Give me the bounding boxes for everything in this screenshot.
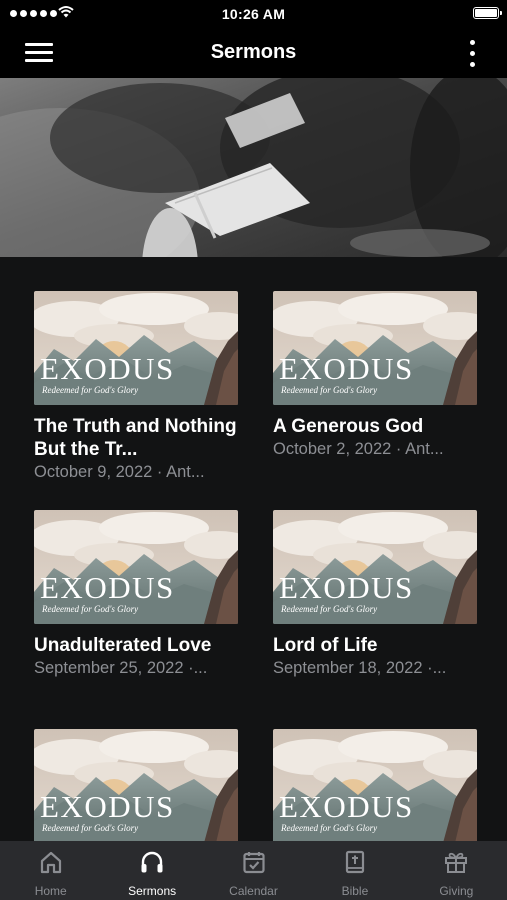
sermon-card[interactable]: EXODUS Redeemed for God's Glory [273,729,477,841]
sermon-card[interactable]: EXODUS Redeemed for God's Glory A Genero… [273,291,477,460]
tab-bar: Home Sermons Calendar Bible Giving [0,841,507,900]
tab-label: Bible [341,884,369,898]
series-title: EXODUS [40,570,175,605]
tab-giving[interactable]: Giving [406,841,507,900]
sermon-grid: EXODUS Redeemed for God's Glory The Trut… [0,257,507,841]
headphones-icon [141,851,163,873]
sermon-meta: September 18, 2022 ·... [273,659,447,677]
nav-bar: Sermons [0,28,507,78]
bible-icon [345,850,365,874]
sermon-thumbnail: EXODUS Redeemed for God's Glory [273,510,477,624]
sermon-card[interactable]: EXODUS Redeemed for God's Glory Unadulte… [34,510,238,679]
sermon-card[interactable]: EXODUS Redeemed for God's Glory Lord of … [273,510,477,679]
series-subtitle: Redeemed for God's Glory [281,823,378,833]
sermon-thumbnail: EXODUS Redeemed for God's Glory [273,729,477,841]
series-subtitle: Redeemed for God's Glory [281,604,378,614]
more-vertical-icon[interactable] [467,40,477,68]
gift-icon [445,852,468,873]
tab-label: Giving [439,884,474,898]
tab-sermons[interactable]: Sermons [101,841,202,900]
sermon-card[interactable]: EXODUS Redeemed for God's Glory [34,729,238,841]
calendar-icon [242,852,265,874]
series-title: EXODUS [279,570,414,605]
sermon-title: Lord of Life [273,635,378,656]
series-subtitle: Redeemed for God's Glory [42,823,139,833]
tab-label: Home [34,884,67,898]
sermon-card[interactable]: EXODUS Redeemed for God's Glory The Trut… [34,291,238,483]
sermon-thumbnail: EXODUS Redeemed for God's Glory [34,291,238,405]
status-time: 10:26 AM [221,6,286,22]
series-subtitle: Redeemed for God's Glory [281,385,378,395]
page-title: Sermons [210,41,297,63]
sermon-title: The Truth and Nothing But the Tr... [34,416,237,460]
home-icon [40,851,61,874]
series-title: EXODUS [40,789,175,824]
tab-calendar[interactable]: Calendar [203,841,304,900]
status-bar: 10:26 AM [0,0,507,28]
sermon-meta: October 9, 2022 · Ant... [34,463,205,481]
tab-home[interactable]: Home [0,841,101,900]
sermon-title: A Generous God [273,416,424,437]
sermon-thumbnail: EXODUS Redeemed for God's Glory [34,510,238,624]
series-title: EXODUS [279,789,414,824]
sermon-meta: October 2, 2022 · Ant... [273,440,444,458]
series-subtitle: Redeemed for God's Glory [42,385,139,395]
tab-label: Sermons [128,884,177,898]
sermon-meta: September 25, 2022 ·... [34,659,208,677]
sermon-thumbnail: EXODUS Redeemed for God's Glory [34,729,238,841]
tab-label: Calendar [229,884,278,898]
tab-bible[interactable]: Bible [304,841,405,900]
battery-icon [473,7,502,19]
series-subtitle: Redeemed for God's Glory [42,604,139,614]
hero-banner-image [0,78,507,257]
series-title: EXODUS [40,351,175,386]
sermon-thumbnail: EXODUS Redeemed for God's Glory [273,291,477,405]
series-title: EXODUS [279,351,414,386]
sermon-title: Unadulterated Love [34,635,212,656]
